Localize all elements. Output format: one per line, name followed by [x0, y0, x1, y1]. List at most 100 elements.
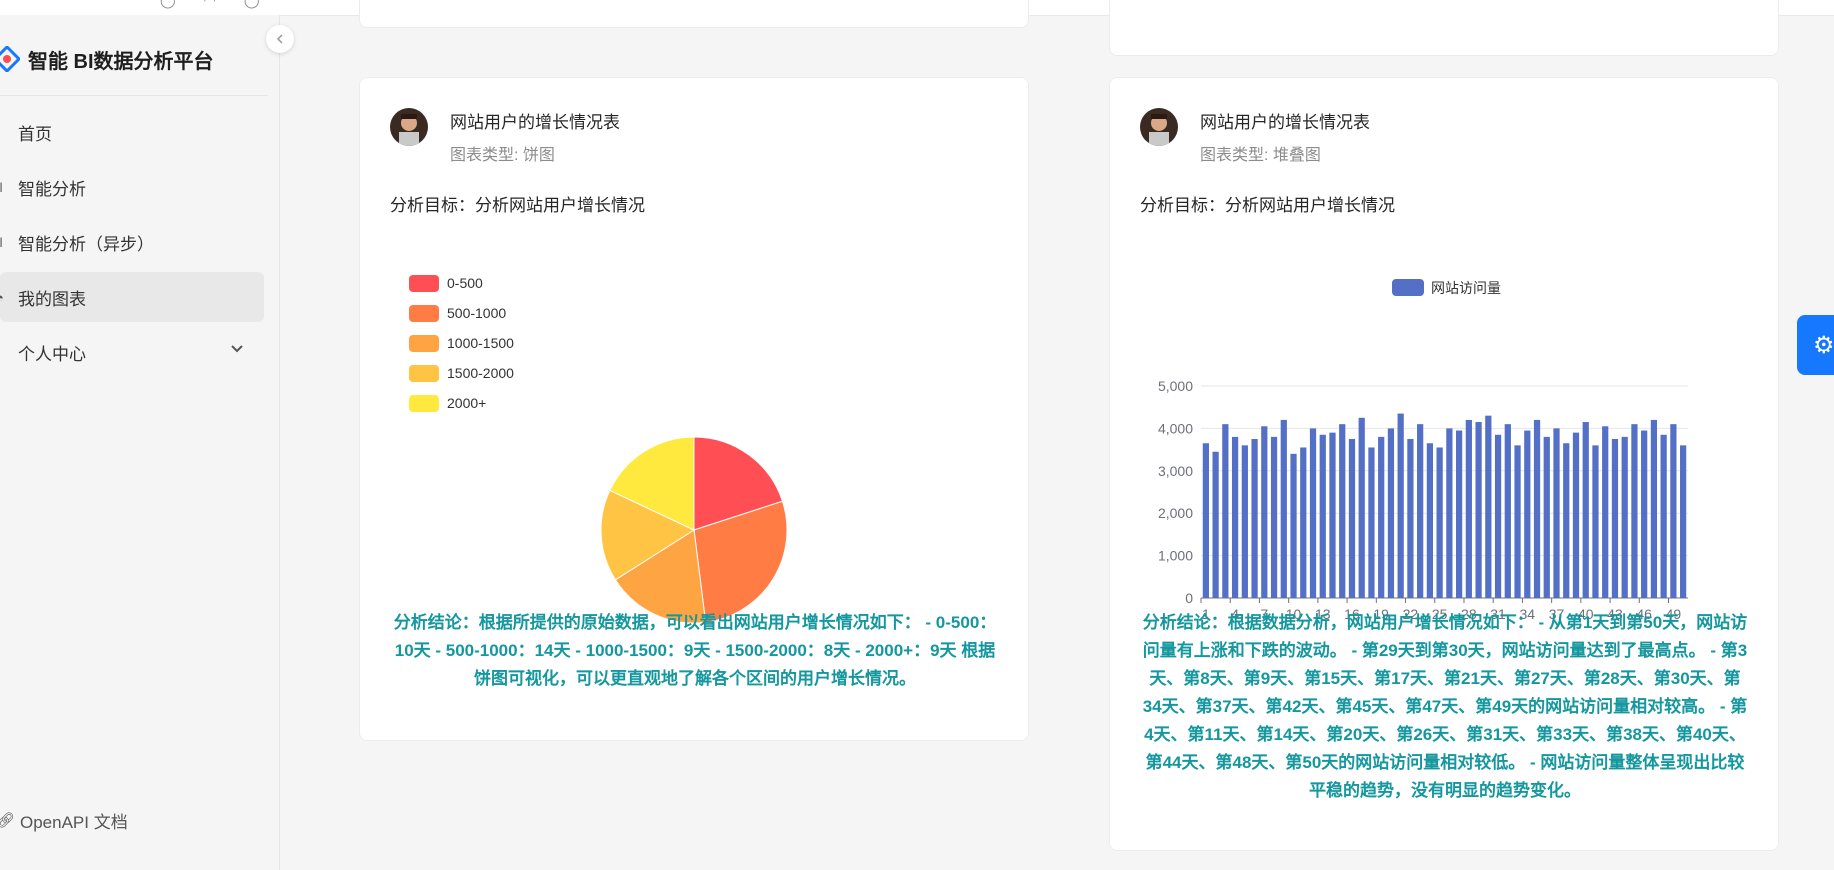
bar[interactable]	[1348, 439, 1356, 598]
bar[interactable]	[1397, 413, 1404, 598]
bar[interactable]	[1543, 436, 1550, 598]
bar[interactable]	[1465, 419, 1472, 598]
chart-name: 网站用户的增长情况表	[1200, 113, 1370, 132]
legend-swatch[interactable]	[409, 365, 439, 382]
bar[interactable]	[1524, 430, 1531, 598]
sidebar-item-label: 我的图表	[18, 289, 86, 309]
bar[interactable]	[1446, 428, 1453, 598]
bar[interactable]	[1592, 445, 1599, 598]
bar[interactable]	[1631, 424, 1638, 598]
bar[interactable]	[1426, 443, 1434, 598]
sidebar-menu: 首页 ıl 智能分析 ıl 智能分析（异步） ◔ 我的图表 个人中心	[0, 107, 268, 382]
bar[interactable]	[1602, 426, 1609, 598]
legend-label[interactable]: 网站访问量	[1431, 280, 1501, 296]
bar[interactable]	[1378, 436, 1385, 598]
bar[interactable]	[1417, 424, 1424, 598]
chevron-left-icon	[276, 34, 283, 44]
sidebar-item-my-charts[interactable]: ◔ 我的图表	[0, 272, 264, 322]
legend-swatch[interactable]	[1392, 279, 1424, 296]
bar[interactable]	[1329, 432, 1336, 598]
legend-swatch[interactable]	[409, 275, 439, 292]
settings-button[interactable]: ⚙	[1797, 315, 1834, 375]
legend-label[interactable]: 2000+	[447, 395, 486, 411]
bar[interactable]	[1251, 439, 1258, 598]
y-tick-label: 4,000	[1158, 420, 1193, 436]
y-tick-label: 5,000	[1158, 378, 1193, 394]
bar[interactable]	[1572, 432, 1580, 598]
bar[interactable]	[1455, 430, 1463, 598]
bar-chart: 网站访问量 0 1,000 2,000 3,000 4,000 5,000 1 4 7 10 13 16…	[1140, 228, 1750, 658]
analysis-goal: 分析目标：分析网站用户增长情况	[1140, 196, 1395, 215]
bar[interactable]	[1339, 424, 1346, 598]
bar[interactable]	[1641, 430, 1648, 598]
bar[interactable]	[1212, 451, 1219, 598]
top-bar-icons: ◯◠◯	[160, 0, 288, 8]
legend-swatch[interactable]	[409, 335, 439, 352]
bar[interactable]	[1611, 439, 1619, 598]
bar[interactable]	[1319, 434, 1326, 598]
chevron-down-icon	[230, 342, 244, 359]
y-tick-label: 2,000	[1158, 505, 1193, 521]
bar[interactable]	[1290, 453, 1297, 598]
openapi-label: OpenAPI 文档	[20, 812, 128, 832]
bar[interactable]	[1358, 417, 1365, 598]
bar[interactable]	[1202, 443, 1209, 598]
legend-label[interactable]: 500-1000	[447, 305, 506, 321]
y-tick-label: 0	[1185, 590, 1193, 606]
bar[interactable]	[1436, 447, 1443, 598]
bar[interactable]	[1670, 424, 1677, 598]
avatar	[390, 108, 428, 146]
bar[interactable]	[1621, 436, 1628, 598]
bar[interactable]	[1222, 424, 1229, 598]
bar[interactable]	[1514, 445, 1521, 598]
bar[interactable]	[1300, 447, 1307, 598]
legend-label[interactable]: 0-500	[447, 275, 483, 291]
bar[interactable]	[1494, 434, 1502, 598]
sidebar: 智能 BI数据分析平台 首页 ıl 智能分析 ıl 智能分析（异步） ◔ 我的图…	[0, 15, 280, 870]
bar[interactable]	[1280, 419, 1287, 598]
collapse-sidebar-button[interactable]	[266, 25, 294, 53]
y-tick-label: 1,000	[1158, 548, 1193, 564]
chart-card-pie: 网站用户的增长情况表 图表类型: 饼图 分析目标：分析网站用户增长情况 0-50…	[359, 77, 1029, 741]
sidebar-item-label: 首页	[18, 124, 52, 144]
sidebar-item-smart-analysis[interactable]: ıl 智能分析	[0, 162, 264, 212]
bar[interactable]	[1582, 422, 1589, 598]
bar[interactable]	[1563, 443, 1570, 598]
bar[interactable]	[1553, 428, 1560, 598]
analysis-conclusion: 分析结论：根据数据分析，网站用户增长情况如下： - 从第1天到第50天，网站访问…	[1142, 613, 1748, 800]
bar[interactable]	[1680, 445, 1687, 598]
bar[interactable]	[1650, 419, 1658, 598]
bar-chart-icon: ıl	[0, 234, 3, 250]
bar[interactable]	[1309, 428, 1317, 598]
bar[interactable]	[1407, 439, 1414, 598]
pie-chart: 0-500 500-1000 1000-1500 1500-2000 2000+	[390, 228, 1000, 658]
sidebar-item-home[interactable]: 首页	[0, 107, 264, 157]
bar[interactable]	[1504, 424, 1511, 598]
bar[interactable]	[1270, 436, 1278, 598]
bar[interactable]	[1660, 434, 1667, 598]
legend-label[interactable]: 1500-2000	[447, 365, 514, 381]
bar[interactable]	[1368, 447, 1375, 598]
chart-type: 图表类型: 堆叠图	[1200, 147, 1321, 164]
bar[interactable]	[1475, 422, 1482, 598]
brand[interactable]: 智能 BI数据分析平台	[0, 41, 214, 77]
analysis-goal: 分析目标：分析网站用户增长情况	[390, 196, 645, 215]
sidebar-item-personal-center[interactable]: 个人中心	[0, 327, 264, 377]
legend-label[interactable]: 1000-1500	[447, 335, 514, 351]
link-icon: 🔗︎	[0, 812, 16, 829]
chart-card	[1109, 0, 1779, 56]
legend-swatch[interactable]	[409, 395, 439, 412]
bar[interactable]	[1261, 426, 1268, 598]
sidebar-divider	[0, 95, 268, 96]
bar[interactable]	[1241, 445, 1248, 598]
bar[interactable]	[1485, 415, 1492, 598]
openapi-docs-link[interactable]: 🔗︎ OpenAPI 文档	[0, 805, 128, 835]
bar[interactable]	[1533, 419, 1541, 598]
bar[interactable]	[1231, 436, 1239, 598]
gear-icon: ⚙	[1813, 331, 1834, 359]
bar[interactable]	[1387, 428, 1395, 598]
sidebar-item-smart-analysis-async[interactable]: ıl 智能分析（异步）	[0, 217, 264, 267]
bar-chart-icon: ıl	[0, 179, 3, 195]
chart-card-bar: 网站用户的增长情况表 图表类型: 堆叠图 分析目标：分析网站用户增长情况 网站访…	[1109, 77, 1779, 851]
legend-swatch[interactable]	[409, 305, 439, 322]
